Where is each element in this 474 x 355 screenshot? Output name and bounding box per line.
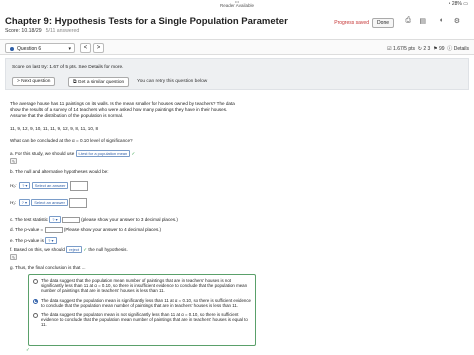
- conclusion-option-2[interactable]: The data suggest the population mean is …: [33, 298, 251, 308]
- video-icon[interactable]: ◐: [440, 17, 444, 24]
- check-icon: ✓: [131, 151, 136, 156]
- h0-symbol-select[interactable]: ? ▾: [19, 182, 31, 190]
- h1-row: H₁: ? ▾ Select an answer: [10, 198, 464, 208]
- print-icon[interactable]: ⎙: [405, 17, 411, 25]
- conclusion-options: The data suggest that the population mea…: [28, 274, 256, 346]
- progress-saved: Progress saved: [334, 20, 369, 26]
- part-g: g. Thus, the final conclusion is that ..…: [10, 265, 86, 270]
- h1-value-input[interactable]: [69, 198, 88, 208]
- part-a: a. For this study, we should use t-test …: [10, 150, 136, 157]
- retry-panel: Score on last try: 1.67 of 5 pts. See De…: [5, 58, 469, 90]
- radio-button[interactable]: [33, 313, 38, 319]
- part-a-hint: ✎: [10, 158, 464, 165]
- problem-data: 11, 9, 12, 9, 10, 11, 11, 9, 12, 9, 8, 1…: [10, 126, 99, 131]
- pencil-icon[interactable]: ✎: [10, 158, 17, 164]
- score-line: Score: 10.18/29 5/11 answered: [5, 28, 80, 34]
- h0-value-input[interactable]: [69, 181, 88, 191]
- reader-available[interactable]: Reader Available: [0, 3, 474, 8]
- test-type-select[interactable]: t-test for a population mean: [75, 150, 131, 157]
- status-bar: ••• Reader Available ◔ 28% ▭: [0, 0, 474, 9]
- problem-question: What can be concluded at the α = 0.10 le…: [10, 138, 133, 143]
- check-icon: ✓: [83, 247, 88, 252]
- question-status-dot: [10, 46, 14, 51]
- test-statistic-input[interactable]: [61, 216, 80, 223]
- stat-symbol-select[interactable]: ? ▾: [49, 216, 61, 223]
- h1-select[interactable]: Select an answer: [31, 199, 68, 207]
- chevron-down-icon: ▾: [68, 46, 71, 52]
- problem-text: The average house has 11 paintings on it…: [10, 101, 235, 118]
- radio-button[interactable]: [33, 279, 38, 284]
- done-button[interactable]: Done: [372, 18, 394, 28]
- part-f-hint: ✎: [10, 254, 464, 261]
- h0-select[interactable]: Select an answer: [31, 182, 69, 190]
- part-e: e. The p-value is ? ▾: [10, 237, 464, 244]
- part-f: f. Based on this, we should reject ✓ the…: [10, 246, 128, 253]
- similar-question-button[interactable]: ⧉ Get a similar question: [68, 77, 130, 87]
- next-question-button[interactable]: >: [93, 43, 104, 53]
- p-value-compare-select[interactable]: ? ▾: [45, 237, 57, 244]
- p-value-input[interactable]: [44, 227, 63, 233]
- next-question-link[interactable]: > Next question: [12, 77, 56, 86]
- h0-row: H₀: ? ▾ Select an answer: [10, 181, 464, 191]
- prev-question-button[interactable]: <: [80, 43, 91, 53]
- document-icon[interactable]: ▤: [419, 17, 426, 25]
- decision-select[interactable]: reject: [66, 246, 82, 253]
- question-select[interactable]: Question 6 ▾: [5, 43, 75, 53]
- part-d: d. The p-value = (Please show your answe…: [10, 227, 162, 233]
- retry-text: You can retry this question below: [137, 79, 208, 84]
- conclusion-option-3[interactable]: The data suggest the populaton mean is n…: [33, 312, 251, 328]
- page-header: Chapter 9: Hypothesis Tests for a Single…: [0, 9, 474, 39]
- page-title: Chapter 9: Hypothesis Tests for a Single…: [5, 16, 288, 27]
- part-b: b. The null and alternative hypotheses w…: [10, 169, 109, 174]
- check-icon: ✓: [26, 347, 30, 352]
- part-g-hint: ✓: [26, 347, 464, 353]
- question-bar: Question 6 ▾ < > ☑ 1.67/5 pts ↻ 2 3 ⚑ 99…: [0, 39, 474, 55]
- pencil-icon[interactable]: ✎: [10, 254, 17, 260]
- battery-indicator: ◔ 28% ▭: [447, 1, 468, 7]
- last-try-score: Score on last try: 1.67 of 5 pts. See De…: [12, 65, 124, 70]
- question-stats: ☑ 1.67/5 pts ↻ 2 3 ⚑ 99 ⓘ Details: [387, 46, 469, 52]
- radio-button-selected[interactable]: [33, 298, 38, 304]
- settings-icon[interactable]: ⚙: [454, 17, 460, 25]
- details-link[interactable]: Details: [454, 46, 469, 52]
- part-c: c. The test statistic ? ▾ (please show y…: [10, 216, 178, 223]
- h1-symbol-select[interactable]: ? ▾: [18, 199, 30, 207]
- conclusion-option-1[interactable]: The data suggest that the population mea…: [33, 278, 251, 294]
